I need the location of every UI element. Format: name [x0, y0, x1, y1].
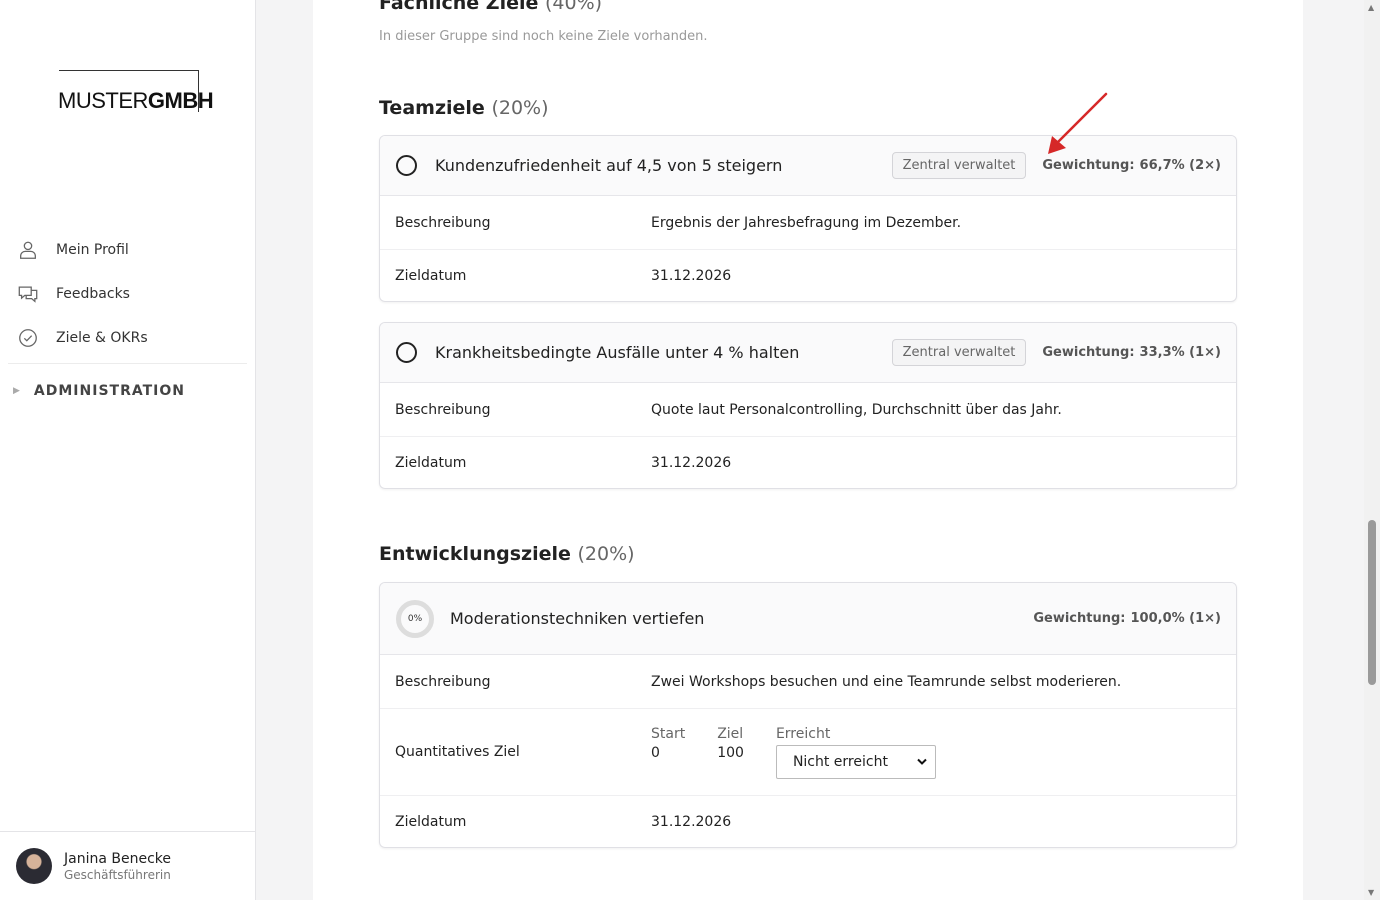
sidebar-item-administration[interactable]: ▶ ADMINISTRATION: [0, 364, 255, 418]
avatar: [16, 848, 52, 884]
check-circle-icon: [19, 329, 37, 347]
scroll-up-icon[interactable]: ▲: [1368, 3, 1374, 12]
caret-right-icon: ▶: [13, 386, 21, 396]
company-logo[interactable]: MUSTERGMBH: [58, 70, 214, 113]
sidebar-item-label: ADMINISTRATION: [33, 383, 185, 399]
goal-weight: Gewichtung: 66,7% (2×): [1042, 158, 1221, 173]
progress-ring: 0%: [396, 599, 434, 638]
achieved-select[interactable]: Nicht erreicht: [775, 744, 936, 779]
goal-date-row: Zieldatum 31.12.2026: [395, 455, 732, 471]
user-icon: [20, 241, 36, 259]
quant-start: Start 0: [651, 725, 686, 761]
chevron-down-icon: [917, 758, 927, 765]
quant-achieved: Erreicht Nicht erreicht: [775, 726, 936, 779]
scrollbar-thumb[interactable]: [1368, 520, 1376, 685]
logo-text-muster: MUSTER: [58, 88, 148, 113]
user-profile[interactable]: Janina Benecke Geschäftsführerin: [0, 831, 255, 900]
goal-card: Krankheitsbedingte Ausfälle unter 4 % ha…: [379, 322, 1237, 489]
goal-date-row: Zieldatum 31.12.2026: [395, 268, 732, 284]
sidebar: MUSTERGMBH Mein Profil Feedbacks Ziele &…: [0, 0, 256, 900]
goal-status-circle-icon[interactable]: [396, 342, 417, 363]
user-name: Janina Benecke: [64, 850, 171, 867]
goal-card: Kundenzufriedenheit auf 4,5 von 5 steige…: [379, 135, 1237, 302]
annotation-arrow-icon: [1048, 92, 1108, 154]
goal-title: Krankheitsbedingte Ausfälle unter 4 % ha…: [435, 343, 800, 362]
goal-card-header[interactable]: 0% Moderationstechniken vertiefen Gewich…: [380, 583, 1236, 655]
scroll-down-icon[interactable]: ▼: [1368, 888, 1374, 897]
goal-quantitative-row: Quantitatives Ziel Start 0 Ziel 100 Erre…: [380, 709, 1236, 796]
sidebar-item-feedbacks[interactable]: Feedbacks: [0, 272, 255, 316]
goal-card: 0% Moderationstechniken vertiefen Gewich…: [379, 582, 1237, 848]
logo-text-gmbh: GMBH: [147, 88, 214, 113]
main-content: Fachliche Ziele (40%) In dieser Gruppe s…: [313, 0, 1303, 900]
sidebar-item-ziele-okrs[interactable]: Ziele & OKRs: [0, 316, 255, 360]
goal-card-header[interactable]: Krankheitsbedingte Ausfälle unter 4 % ha…: [380, 323, 1236, 383]
sidebar-nav: Mein Profil Feedbacks Ziele & OKRs ▶ ADM…: [0, 228, 255, 418]
user-role: Geschäftsführerin: [64, 867, 171, 882]
goal-weight: Gewichtung: 33,3% (1×): [1042, 345, 1221, 360]
sidebar-item-label: Ziele & OKRs: [56, 330, 148, 346]
goal-date-row: Zieldatum 31.12.2026: [395, 814, 732, 830]
sidebar-item-mein-profil[interactable]: Mein Profil: [0, 228, 255, 272]
page-scrollbar[interactable]: ▲ ▼: [1364, 0, 1380, 900]
goal-description-row: Beschreibung Zwei Workshops besuchen und…: [380, 655, 1236, 709]
empty-state-text: In dieser Gruppe sind noch keine Ziele v…: [379, 29, 708, 44]
goal-description-row: Beschreibung Ergebnis der Jahresbefragun…: [380, 196, 1236, 250]
goal-description-row: Beschreibung Quote laut Personalcontroll…: [380, 383, 1236, 437]
managed-badge: Zentral verwaltet: [891, 339, 1027, 366]
sidebar-item-label: Mein Profil: [56, 242, 129, 258]
goal-title: Kundenzufriedenheit auf 4,5 von 5 steige…: [435, 156, 783, 175]
group-title-fachliche: Fachliche Ziele (40%): [379, 0, 603, 14]
goal-status-circle-icon[interactable]: [396, 155, 417, 176]
goal-title: Moderationstechniken vertiefen: [450, 609, 705, 628]
sidebar-item-label: Feedbacks: [56, 286, 130, 302]
managed-badge: Zentral verwaltet: [891, 152, 1027, 179]
quant-target: Ziel 100: [717, 725, 744, 761]
goal-weight: Gewichtung: 100,0% (1×): [1033, 611, 1221, 626]
chat-icon: [18, 286, 38, 303]
group-title-entwicklungsziele: Entwicklungsziele (20%): [379, 543, 635, 565]
